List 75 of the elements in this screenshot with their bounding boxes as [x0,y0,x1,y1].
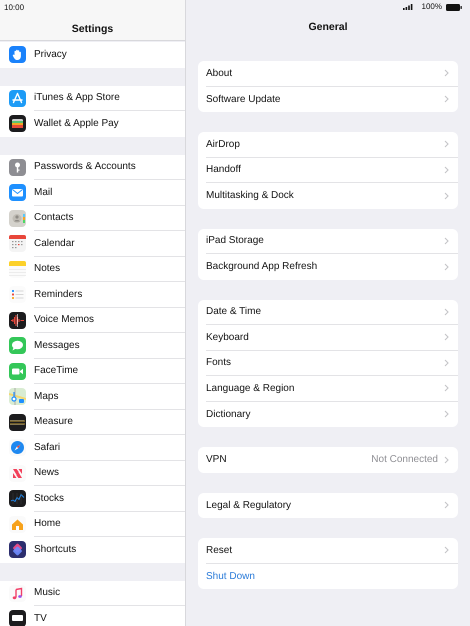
sidebar-item[interactable]: Voice Memos [0,308,185,333]
signal-icon [402,4,413,10]
settings-row[interactable]: VPN Not Connected [206,447,458,472]
chevron-icon [444,456,449,464]
sidebar-item[interactable]: Calendar [0,231,185,256]
chevron-icon [444,262,449,271]
sidebar-item[interactable]: Measure [0,410,185,435]
sidebar-item[interactable]: Passwords & Accounts [0,154,185,180]
sidebar-item[interactable]: Safari [0,435,185,460]
chevron-icon [444,410,449,418]
sidebar-item[interactable]: Shortcuts [0,537,185,562]
stock-chart-icon [9,490,26,508]
sidebar-item[interactable]: Contacts [0,206,185,231]
chevron-icon [444,546,449,554]
sidebar-item[interactable]: Stocks [0,486,185,512]
settings-row[interactable]: Legal & Regulatory [206,492,458,518]
calendar-icon [9,235,26,252]
sidebar-item[interactable]: Notes [0,256,185,282]
status-time: 10:00 [4,3,24,13]
sidebar-item[interactable]: Messages [0,333,185,358]
settings-row[interactable]: Shut Down [206,564,458,589]
settings-row[interactable]: Background App Refresh [206,254,458,280]
wallet-icon [9,115,26,132]
battery-percentage: 100% [422,2,442,12]
envelope-icon [9,184,26,202]
settings-row[interactable]: Multitasking & Dock [206,183,458,208]
key-icon [9,158,26,176]
settings-row[interactable]: Software Update [206,86,458,112]
app-store-icon [9,90,26,107]
hand-icon [9,46,26,64]
settings-row[interactable]: Keyboard [206,325,458,350]
contact-icon [9,210,26,227]
map-icon [9,388,26,406]
page-title: General [308,21,348,33]
chevron-icon [444,140,449,148]
sidebar-item[interactable]: Reminders [0,282,185,308]
settings-row[interactable]: Handoff [206,158,458,183]
compass-icon [9,439,26,456]
settings-row[interactable]: iPad Storage [206,228,458,254]
row-value: Not Connected [371,453,438,468]
chevron-icon [444,308,449,316]
chevron-icon [444,166,449,174]
speech-bubble-icon [9,337,26,354]
layers-icon [9,541,26,558]
video-camera-icon [9,362,26,380]
sidebar-item[interactable]: Privacy [0,42,185,68]
chevron-icon [444,384,449,392]
chevron-icon [444,95,449,104]
ruler-icon [9,414,26,431]
chevron-icon [444,192,449,200]
sidebar-item[interactable]: Wallet & Apple Pay [0,111,185,136]
settings-row[interactable]: Reset [206,538,458,564]
chevron-icon [444,236,449,245]
sidebar-item[interactable]: News [0,460,185,486]
sidebar-item[interactable]: Maps [0,384,185,410]
battery-icon [446,4,462,10]
sidebar-item[interactable]: Mail [0,180,185,206]
chevron-icon [444,358,449,367]
waveform-icon [9,312,26,329]
settings-row[interactable]: Date & Time [206,300,458,325]
sidebar-item[interactable]: Music [0,580,185,606]
notes-icon [9,260,26,278]
sidebar-item[interactable]: TV [0,606,185,626]
chevron-icon [444,333,449,342]
sidebar-item[interactable]: FaceTime [0,358,185,384]
sidebar-item[interactable]: Home [0,512,185,537]
sidebar-title: Settings [72,23,114,35]
settings-row[interactable]: Language & Region [206,376,458,402]
settings-row[interactable]: Dictionary [206,402,458,427]
chevron-icon [444,69,449,78]
chevron-icon [444,501,449,510]
sidebar-item[interactable]: iTunes & App Store [0,86,185,111]
settings-row[interactable]: About [206,61,458,86]
settings-row[interactable]: AirDrop [206,132,458,158]
settings-row[interactable]: Fonts [206,350,458,376]
